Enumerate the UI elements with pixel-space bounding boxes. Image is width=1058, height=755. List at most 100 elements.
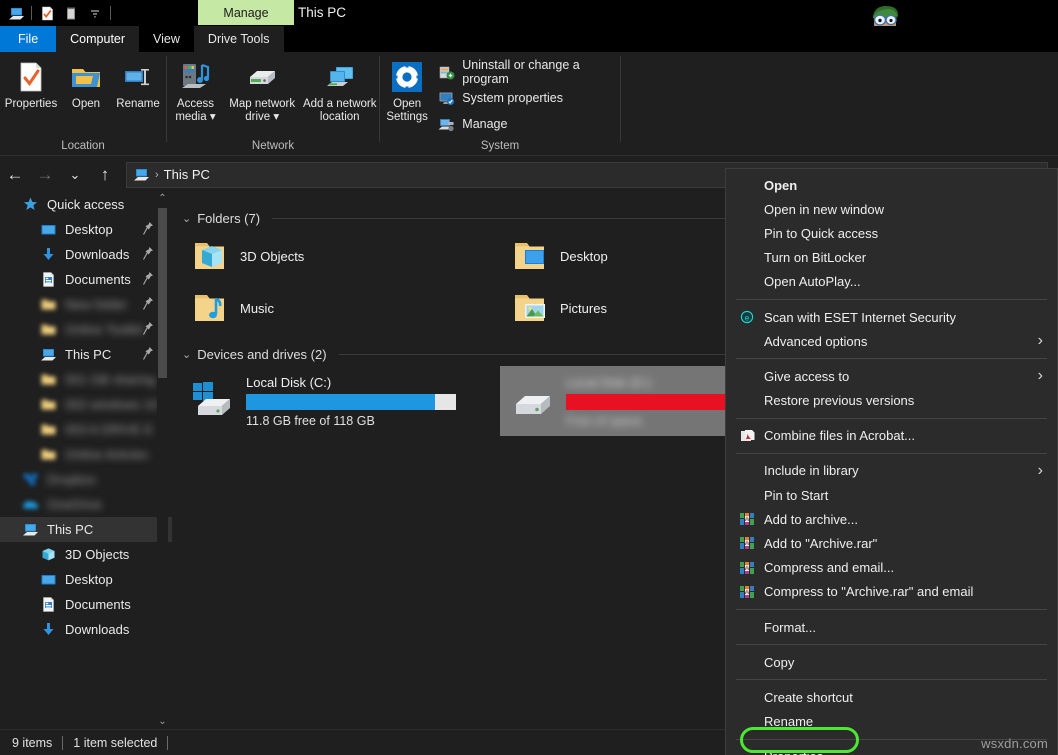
forward-button[interactable]: →: [30, 160, 60, 190]
context-menu-item-copy[interactable]: Copy: [726, 650, 1057, 674]
context-menu-item-open-autoplay[interactable]: Open AutoPlay...: [726, 270, 1057, 294]
open-button[interactable]: Open: [62, 58, 110, 113]
folder-tile-3d-objects[interactable]: 3D Objects: [180, 230, 500, 282]
pin-icon[interactable]: [141, 321, 154, 337]
customize-dropdown-icon[interactable]: [83, 2, 107, 24]
qat-divider: [31, 6, 32, 20]
sidebar-item-quick-access[interactable]: Quick access: [0, 192, 172, 217]
drive-tile-local-disk-c[interactable]: Local Disk (C:) 11.8 GB free of 118 GB: [180, 366, 500, 436]
add-network-location-button[interactable]: Add a network location: [300, 58, 379, 126]
sidebar-item-desktop[interactable]: Desktop: [0, 217, 172, 242]
open-settings-button[interactable]: Open Settings: [380, 58, 434, 126]
status-divider-2: [167, 735, 169, 750]
folder-desktop-icon: [515, 243, 544, 269]
uninstall-program-button[interactable]: Uninstall or change a program: [434, 58, 620, 86]
context-menu[interactable]: Open Open in new window Pin to Quick acces…: [725, 168, 1058, 755]
context-menu-item-label: Compress and email...: [764, 560, 895, 576]
navigation-pane[interactable]: Quick access Desktop Downloads Documents New…: [0, 192, 172, 729]
back-button[interactable]: ←: [0, 160, 30, 190]
window-title: This PC: [298, 5, 347, 20]
properties-icon[interactable]: [35, 2, 59, 24]
pin-icon[interactable]: [141, 296, 154, 312]
sidebar-item-label: Dropbox: [47, 472, 97, 487]
breadcrumb-this-pc[interactable]: This PC: [164, 167, 210, 182]
sidebar-item-desktop[interactable]: Desktop: [0, 567, 172, 592]
rename-button[interactable]: Rename: [110, 58, 166, 113]
pin-icon[interactable]: [141, 271, 154, 287]
context-menu-item-create-shortcut[interactable]: Create shortcut: [726, 685, 1057, 709]
manage-button[interactable]: Manage: [434, 112, 620, 136]
sidebar-item-online-articles[interactable]: Online Articles: [0, 442, 172, 467]
system-properties-button[interactable]: System properties: [434, 86, 620, 110]
scroll-down-arrow[interactable]: ⌄: [157, 715, 168, 729]
context-menu-item-turn-on-bitlocker[interactable]: Turn on BitLocker: [726, 246, 1057, 270]
context-menu-item-give-access-to[interactable]: Give access to ›: [726, 364, 1057, 388]
pin-icon[interactable]: [141, 221, 154, 237]
windows-drive-icon: [193, 382, 230, 415]
svg-text:W: W: [744, 517, 750, 523]
desktop-icon: [40, 571, 57, 588]
context-menu-item-combine-files-in-acrobat[interactable]: Combine files in Acrobat...: [726, 424, 1057, 448]
context-menu-item-open[interactable]: Open: [726, 173, 1057, 197]
context-menu-item-include-in-library[interactable]: Include in library ›: [726, 459, 1057, 483]
context-menu-item-restore-previous-versions[interactable]: Restore previous versions: [726, 389, 1057, 413]
access-media-button[interactable]: Access media ▾: [167, 58, 224, 126]
tab-view[interactable]: View: [139, 26, 194, 52]
context-menu-item-label: Pin to Quick access: [764, 225, 879, 241]
sidebar-item-this-pc[interactable]: This PC: [0, 342, 172, 367]
sidebar-item-002-windows-10[interactable]: 002 windows 10: [0, 392, 172, 417]
ribbon-group-system: Open Settings Uninstall or change a prog…: [380, 52, 620, 156]
sidebar-item-dropbox[interactable]: Dropbox: [0, 467, 172, 492]
sidebar-item-onedrive[interactable]: OneDrive: [0, 492, 172, 517]
context-menu-item-open-in-new-window[interactable]: Open in new window: [726, 197, 1057, 221]
context-menu-item-scan-with-eset-internet-security[interactable]: e Scan with ESET Internet Security: [726, 305, 1057, 329]
tab-computer[interactable]: Computer: [56, 26, 140, 52]
properties-button[interactable]: Properties: [0, 58, 62, 113]
context-menu-item-advanced-options[interactable]: Advanced options ›: [726, 329, 1057, 353]
folder-tile-music[interactable]: Music: [180, 282, 500, 334]
desktop-icon: [40, 221, 57, 238]
folder-label: Pictures: [560, 300, 607, 316]
sidebar-item-3d-objects[interactable]: 3D Objects: [0, 542, 172, 567]
sidebar-item-documents[interactable]: Documents: [0, 267, 172, 292]
chevron-down-icon[interactable]: ⌄: [182, 348, 191, 361]
drive-name: Local Disk (C:): [246, 374, 332, 390]
tab-drive-tools[interactable]: Drive Tools: [193, 26, 284, 52]
contextual-tab-group-manage[interactable]: Manage: [198, 0, 294, 25]
sidebar-item-this-pc[interactable]: This PC: [0, 517, 172, 542]
sidebar-item-downloads[interactable]: Downloads: [0, 617, 172, 642]
manage-label: Manage: [462, 117, 508, 131]
sidebar-item-documents[interactable]: Documents: [0, 592, 172, 617]
settings-gear-icon: [392, 62, 423, 92]
context-menu-item-add-to-archive-rar[interactable]: W Add to "Archive.rar": [726, 531, 1057, 555]
drive-free-text: 11.8 GB free of 118 GB: [246, 413, 375, 428]
sidebar-item-001-gb-sharing[interactable]: 001 GB sharing: [0, 367, 172, 392]
context-menu-item-compress-and-email[interactable]: W Compress and email...: [726, 556, 1057, 580]
sidebar-item-online-toolkit[interactable]: Online Toolkit: [0, 317, 172, 342]
pin-icon[interactable]: [141, 346, 154, 362]
scroll-thumb[interactable]: [158, 208, 167, 378]
this-pc-icon[interactable]: [4, 2, 28, 24]
drive-usage-bar: [246, 393, 456, 410]
navigation-scrollbar[interactable]: ⌃ ⌄: [157, 192, 168, 729]
context-menu-item-format[interactable]: Format...: [726, 615, 1057, 639]
scroll-up-arrow[interactable]: ⌃: [157, 192, 168, 206]
context-menu-item-pin-to-quick-access[interactable]: Pin to Quick access: [726, 221, 1057, 245]
recent-locations-button[interactable]: ⌄: [60, 160, 90, 190]
uninstall-program-label: Uninstall or change a program: [462, 58, 580, 86]
pin-icon[interactable]: [141, 246, 154, 262]
new-folder-icon[interactable]: [59, 2, 83, 24]
sidebar-item-new-folder[interactable]: New folder: [0, 292, 172, 317]
context-menu-item-pin-to-start[interactable]: Pin to Start: [726, 483, 1057, 507]
this-pc-icon: [134, 169, 149, 181]
status-item-count: 9 items: [12, 735, 53, 750]
sidebar-item-003-a-drive-e[interactable]: 003 A DRIVE E: [0, 417, 172, 442]
context-menu-item-compress-to-archive-rar-and-email[interactable]: W Compress to "Archive.rar" and email: [726, 580, 1057, 604]
up-button[interactable]: ↑: [90, 160, 120, 190]
map-network-drive-button[interactable]: Map network drive ▾: [224, 58, 301, 126]
chevron-down-icon[interactable]: ⌄: [182, 212, 191, 225]
chevron-right-icon: ›: [1037, 332, 1043, 350]
tab-file[interactable]: File: [0, 26, 57, 52]
sidebar-item-downloads[interactable]: Downloads: [0, 242, 172, 267]
context-menu-item-add-to-archive[interactable]: W Add to archive...: [726, 507, 1057, 531]
